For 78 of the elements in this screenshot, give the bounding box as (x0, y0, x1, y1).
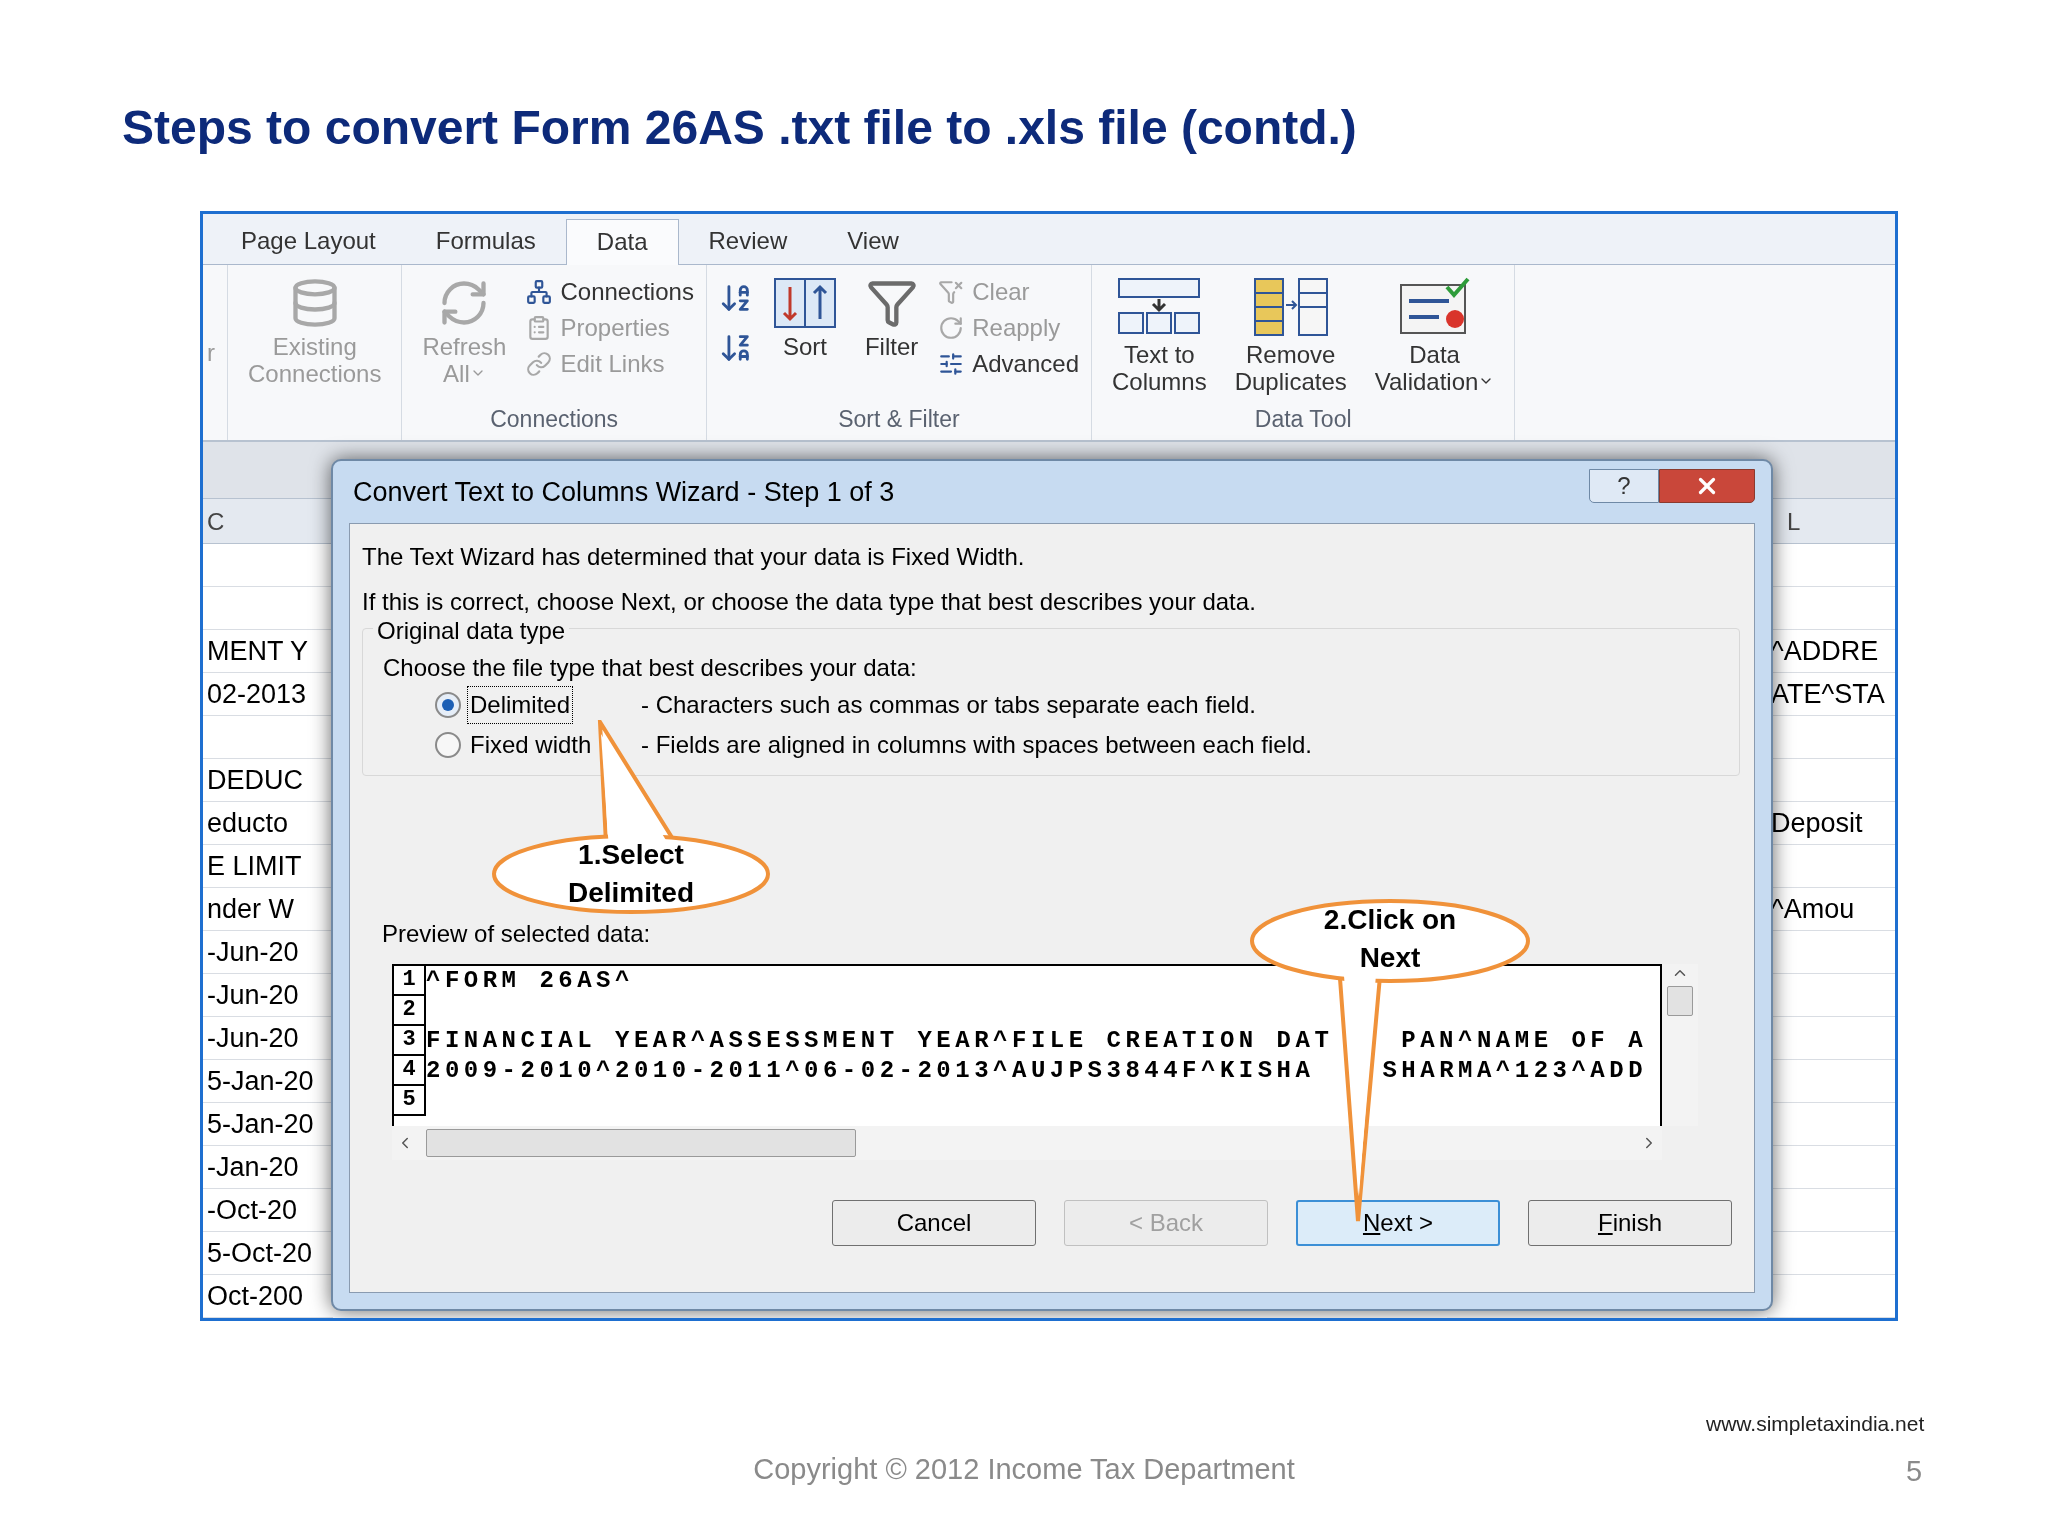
table-cell-text: ^ADDRE (1770, 634, 1879, 668)
ribbon-group-label: Sort & Filter (837, 404, 961, 434)
ribbon-label: r (203, 264, 228, 441)
option-description: - Characters such as commas or tabs separate each field. (641, 690, 1256, 720)
column-header: C (203, 499, 333, 544)
preview-text: 2009-2010^2010-2011^06-02-2013^AUJPS3844F^KISHA (426, 1056, 1315, 1086)
dialog-button[interactable]: Next > (1296, 1200, 1500, 1246)
table-cell-text: 5-Jan-20 (206, 1107, 314, 1141)
callout-text: 1.Select Delimited (567, 838, 695, 910)
sort-icon (772, 276, 837, 329)
dialog-button[interactable]: Finish (1528, 1200, 1732, 1246)
table-cell-text: E LIMIT (206, 849, 302, 883)
advanced-filter-icon (938, 350, 965, 377)
dialog-title: Convert Text to Columns Wizard - Step 1 of 3 (352, 475, 896, 509)
scroll-thumb[interactable] (426, 1129, 856, 1157)
ribbon-button[interactable]: Text to Columns (1104, 272, 1215, 402)
line-number: 4 (394, 1056, 426, 1086)
close-button[interactable] (1659, 469, 1755, 503)
preview-text: SHARMA^123^ADD (1382, 1056, 1648, 1086)
table-cell-text: 02-2013 (206, 677, 307, 711)
scroll-thumb[interactable] (1667, 986, 1693, 1016)
website-url: www.simpletaxindia.net (1706, 1411, 1925, 1437)
ribbon-tab[interactable]: View (817, 217, 929, 264)
reapply-icon (938, 314, 965, 341)
table-cell-text: MENT Y (206, 634, 309, 668)
table-cell-text: -Oct-20 (206, 1193, 298, 1227)
preview-text: FINANCIAL YEAR^ASSESSMENT YEAR^FILE CREATION DAT (426, 1026, 1334, 1056)
radio-label[interactable]: Fixed width (467, 726, 595, 764)
table-cell-text: -Jun-20 (206, 935, 299, 969)
ribbon-tab[interactable]: Formulas (405, 217, 566, 264)
data-validation-icon (1398, 276, 1471, 337)
table-cell-text: -Jun-20 (206, 1021, 299, 1055)
line-number: 1 (394, 966, 426, 996)
table-cell-text: nder W (206, 892, 295, 926)
table-cell-text: ^Amou (1770, 892, 1855, 926)
table-cell-text: Oct-200 (206, 1279, 304, 1313)
line-number: 5 (394, 1086, 426, 1116)
callout-text: 2.Click on Next (1322, 903, 1458, 975)
ribbon-tab[interactable]: Page Layout (211, 217, 406, 264)
ribbon-group-label: Connections (489, 404, 620, 434)
prompt-text: Choose the file type that best describes your data: (383, 653, 918, 683)
table-cell-text: -Jun-20 (206, 978, 299, 1012)
ribbon-tab[interactable]: Data (565, 218, 679, 265)
slide-title: Steps to convert Form 26AS .txt file to .xls file (contd.) (122, 100, 1358, 156)
preview-text: PAN^NAME OF A (1401, 1026, 1648, 1056)
preview-label: Preview of selected data: (382, 919, 651, 949)
table-cell-text: educto (206, 806, 289, 840)
table-cell-text: DEDUC (206, 763, 303, 797)
dialog-button[interactable]: Cancel (832, 1200, 1036, 1246)
radio-label[interactable]: Delimited (467, 686, 574, 724)
table-cell-text: Deposit (1770, 806, 1863, 840)
page-number: 5 (1906, 1454, 1923, 1489)
remove-duplicates-icon (1252, 276, 1329, 337)
ribbon-button[interactable]: Sort (764, 272, 845, 402)
table-cell-text: ATE^STA (1770, 677, 1885, 711)
ribbon-group-label: Data Tool (1253, 404, 1353, 434)
ribbon-button[interactable]: Remove Duplicates (1226, 272, 1355, 402)
network-icon (526, 278, 553, 305)
funnel-clear-icon (938, 278, 965, 305)
instruction-text: The Text Wizard has determined that your data is Fixed Width. (362, 542, 1026, 572)
table-cell-text: 5-Jan-20 (206, 1064, 314, 1098)
text-to-columns-icon (1117, 276, 1202, 337)
preview-text: ^FORM 26AS^ (426, 966, 634, 996)
line-number: 2 (394, 996, 426, 1026)
help-button[interactable]: ? (1589, 469, 1659, 503)
ribbon-button[interactable]: Connections (526, 276, 694, 307)
radio-button[interactable] (435, 732, 461, 758)
ribbon-tab[interactable]: Review (678, 217, 818, 264)
radio-button[interactable] (435, 692, 461, 718)
option-description: - Fields are aligned in columns with spaces between each field. (641, 730, 1313, 760)
link-icon (526, 350, 553, 377)
ribbon-button[interactable]: Data Validation (1366, 272, 1503, 402)
ribbon-button[interactable]: Filter (856, 272, 927, 402)
line-number: 3 (394, 1026, 426, 1056)
table-cell-text: 5-Oct-20 (206, 1236, 313, 1270)
ribbon-button[interactable]: Advanced (938, 348, 1079, 379)
table-cell-text: -Jan-20 (206, 1150, 299, 1184)
copyright-text: Copyright © 2012 Income Tax Department (753, 1452, 1295, 1487)
